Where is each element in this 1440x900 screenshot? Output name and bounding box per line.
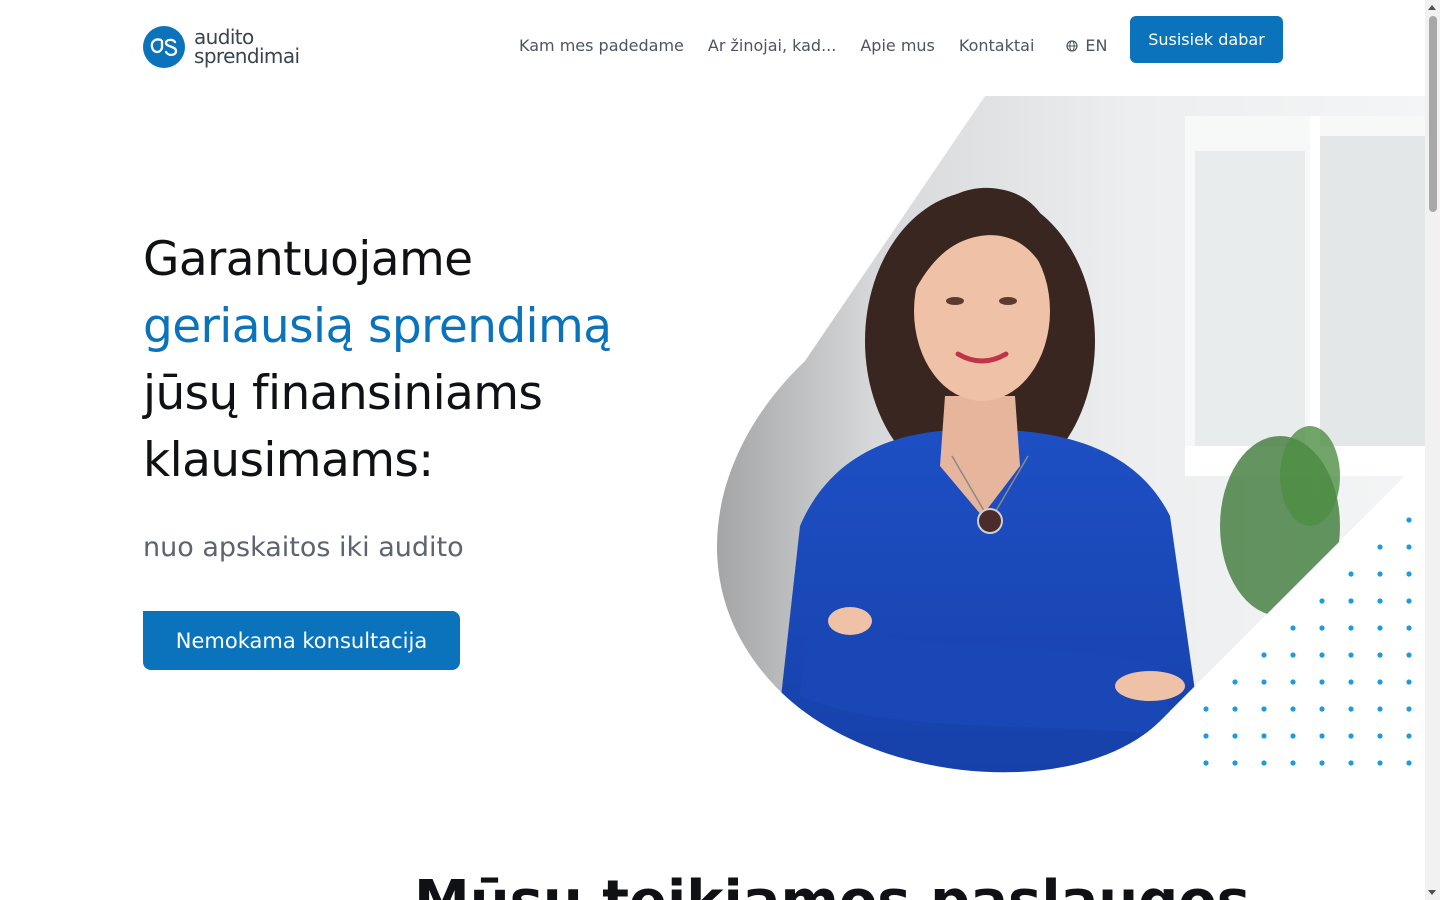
logo-mark-icon bbox=[143, 26, 185, 68]
services-section-title: Mūsų teikiamos paslaugos bbox=[414, 872, 1250, 900]
nav-item-apie-mus[interactable]: Apie mus bbox=[860, 36, 935, 56]
scroll-up-arrow-icon[interactable] bbox=[1428, 5, 1436, 10]
logo-wordmark: audito sprendimai bbox=[194, 27, 300, 68]
language-switch[interactable]: EN bbox=[1066, 36, 1107, 56]
language-label: EN bbox=[1085, 36, 1108, 55]
hero-title-line1: Garantuojame bbox=[143, 232, 473, 287]
hero-title: Garantuojame geriausią sprendimą jūsų fi… bbox=[143, 226, 703, 494]
globe-icon bbox=[1066, 40, 1078, 52]
hero-title-accent: geriausią sprendimą bbox=[143, 299, 612, 354]
decorative-dot-grid bbox=[1203, 517, 1412, 766]
contact-now-button[interactable]: Susisiek dabar bbox=[1130, 16, 1283, 63]
hero-subtitle: nuo apskaitos iki audito bbox=[143, 532, 464, 563]
scroll-down-arrow-icon[interactable] bbox=[1428, 890, 1436, 895]
nav-item-kam-mes-padedame[interactable]: Kam mes padedame bbox=[519, 36, 684, 56]
hero-title-line3: jūsų finansiniams bbox=[143, 366, 543, 421]
scroll-thumb[interactable] bbox=[1429, 16, 1437, 212]
main-nav: Kam mes padedame Ar žinojai, kad... Apie… bbox=[519, 36, 1107, 56]
free-consultation-button[interactable]: Nemokama konsultacija bbox=[143, 611, 460, 670]
hero-title-line4: klausimams: bbox=[143, 433, 434, 488]
nav-item-kontaktai[interactable]: Kontaktai bbox=[959, 36, 1035, 56]
nav-item-ar-zinojai[interactable]: Ar žinojai, kad... bbox=[708, 36, 836, 56]
logo-line2: sprendimai bbox=[194, 44, 300, 68]
logo[interactable]: audito sprendimai bbox=[143, 26, 300, 68]
page-scrollbar[interactable] bbox=[1425, 0, 1440, 900]
site-header: audito sprendimai Kam mes padedame Ar ži… bbox=[0, 0, 1425, 90]
